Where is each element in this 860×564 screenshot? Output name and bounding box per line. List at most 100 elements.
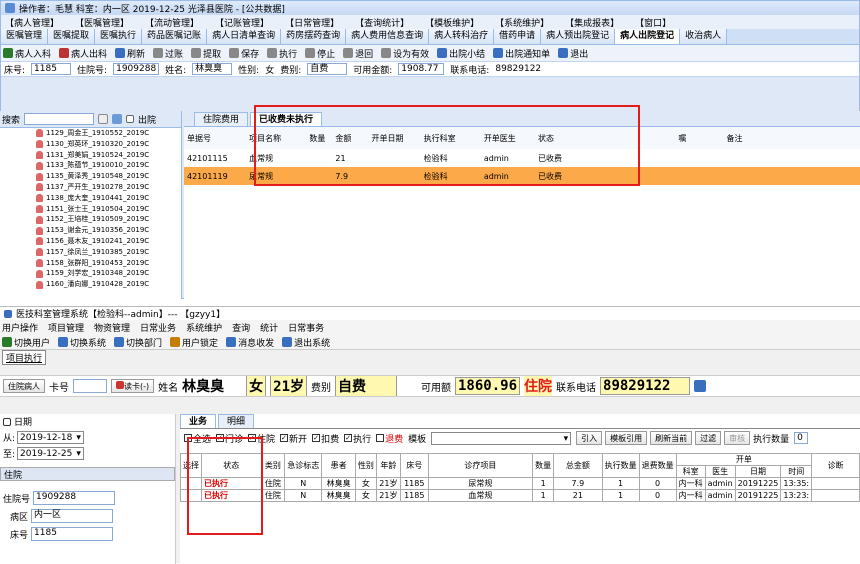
patient-tree-item[interactable]: 1159_刘学宏_1910348_2019C [0, 268, 181, 279]
table-row[interactable]: 已执行 住院 N 林臭臭女 21岁 1185 血常规 1 21 1 0 内一科 admin 2019122… [180, 489, 860, 502]
discharge-checkbox[interactable] [126, 115, 135, 123]
inpatient-section-header[interactable]: 住院 [0, 467, 175, 481]
toolbar-button[interactable]: 病人出科 [59, 47, 107, 60]
module-tab[interactable]: 病人预出院登记 [541, 29, 616, 44]
card-field[interactable] [73, 379, 107, 393]
menu-item[interactable]: 【系统维护】 [495, 16, 549, 29]
menu-item[interactable]: 【医嘱管理】 [75, 16, 129, 29]
menu-item[interactable]: 【日常管理】 [285, 16, 339, 29]
toolbar-button[interactable]: 切换用户 [2, 336, 50, 349]
execution-subtab[interactable]: 明细 [218, 414, 255, 428]
action-button[interactable]: 模板引用 [605, 431, 648, 445]
menu-item[interactable]: 物资管理 [94, 321, 130, 334]
patient-tree-item[interactable]: 1133_陈蕴节_1910010_2019C [0, 160, 181, 171]
menu-item[interactable]: 查询 [232, 321, 250, 334]
module-tab[interactable]: 收治病人 [680, 29, 728, 44]
patient-tree-item[interactable]: 1153_谢金元_1910356_2019C [0, 225, 181, 236]
menu-item[interactable]: 【集成报表】 [565, 16, 619, 29]
module-tab[interactable]: 病人转科治疗 [429, 29, 495, 44]
patient-type-button[interactable]: 住院病人 [3, 379, 45, 393]
toolbar-button[interactable]: 刷新 [115, 47, 145, 60]
toolbar-button[interactable]: 执行 [267, 47, 297, 60]
menu-item[interactable]: 日常业务 [140, 321, 176, 334]
module-tab[interactable]: 药房摆药查询 [281, 29, 347, 44]
menu-item[interactable]: 【记账管理】 [215, 16, 269, 29]
toolbar-button[interactable]: 切换部门 [114, 336, 162, 349]
module-tab[interactable]: 病人出院登记 [615, 29, 681, 44]
fee-subtab[interactable]: 住院费用 [194, 112, 249, 126]
action-button[interactable]: 刷新当前 [650, 431, 693, 445]
inpatient-field[interactable]: 1909288 [113, 63, 160, 75]
save-icon[interactable] [694, 380, 707, 392]
toolbar-button[interactable]: 提取 [191, 47, 221, 60]
toolbar-button[interactable]: 退出 [558, 47, 588, 60]
patient-tree-item[interactable]: 1151_张士王_1910504_2019C [0, 204, 181, 215]
toolbar-button[interactable]: 退回 [343, 47, 373, 60]
filter-checkbox[interactable]: ✓ 执行 [344, 432, 371, 445]
read-card-button[interactable]: 读卡(-) [111, 379, 155, 393]
patient-tree-item[interactable]: 1160_潘向娜_1910428_2019C [0, 279, 181, 290]
patient-tree-item[interactable]: 1152_王培桂_1910509_2019C [0, 214, 181, 225]
menu-item[interactable]: 日常事务 [288, 321, 324, 334]
menu-item[interactable]: 【窗口】 [635, 16, 671, 29]
filter-checkbox[interactable]: 退费 [376, 432, 403, 445]
toolbar-button[interactable]: 设为有效 [381, 47, 429, 60]
patient-tree-item[interactable]: 1130_郑英环_1910320_2019C [0, 139, 181, 150]
date-checkbox[interactable] [3, 417, 11, 426]
search-icon[interactable] [98, 114, 109, 124]
menu-item[interactable]: 【流动管理】 [145, 16, 199, 29]
table-row[interactable]: 已执行 住院 N 林臭臭女 21岁 1185 尿常规 1 7.9 1 0 内一科 admin 201912… [180, 477, 860, 490]
module-tab[interactable]: 病人费用信息查询 [346, 29, 430, 44]
module-tab[interactable]: 医嘱管理 [1, 29, 49, 44]
menu-item[interactable]: 项目管理 [48, 321, 84, 334]
search-input[interactable] [24, 113, 95, 125]
exec-qty-field[interactable]: 0 [794, 432, 809, 444]
action-button[interactable]: 过滤 [695, 431, 722, 445]
toolbar-button[interactable]: 用户锁定 [170, 336, 218, 349]
toolbar-button[interactable]: 病人入科 [3, 47, 51, 60]
toolbar-button[interactable]: 切换系统 [58, 336, 106, 349]
toolbar-button[interactable]: 退出系统 [282, 336, 330, 349]
menu-item[interactable]: 【病人管理】 [5, 16, 59, 29]
ward-field[interactable]: 内一区 [31, 509, 114, 523]
fee-field[interactable]: 自费 [307, 63, 348, 75]
module-tab[interactable]: 借药申请 [494, 29, 542, 44]
action-button[interactable]: 审核 [724, 431, 751, 445]
bed-field[interactable]: 1185 [31, 527, 114, 541]
to-date-select[interactable]: 2019-12-25 ▾ [17, 446, 84, 460]
menu-item[interactable]: 【查询统计】 [355, 16, 409, 29]
execution-subtab[interactable]: 业务 [180, 414, 217, 428]
patient-tree-item[interactable]: 1137_严开生_1910278_2019C [0, 182, 181, 193]
filter-checkbox[interactable]: ✓ 扣费 [312, 432, 339, 445]
patient-tree-item[interactable]: 1157_徐凤兰_1910385_2019C [0, 247, 181, 258]
bed-field[interactable]: 1185 [31, 63, 72, 75]
patient-tree-item[interactable]: 1138_庞大奎_1910441_2019C [0, 193, 181, 204]
toolbar-button[interactable]: 保存 [229, 47, 259, 60]
patient-tree-item[interactable]: 1131_郑美娟_1910524_2019C [0, 150, 181, 161]
toolbar-button[interactable]: 过账 [153, 47, 183, 60]
filter-checkbox[interactable]: ✓ 新开 [280, 432, 307, 445]
patient-tree-item[interactable]: 1156_聂木友_1910241_2019C [0, 236, 181, 247]
toolbar-button[interactable]: 出院小结 [437, 47, 485, 60]
toolbar-button[interactable]: 停止 [305, 47, 335, 60]
menu-item[interactable]: 统计 [260, 321, 278, 334]
refresh-icon[interactable] [112, 114, 123, 124]
module-tab[interactable]: 药品医嘱记账 [142, 29, 208, 44]
toolbar-button[interactable]: 出院通知单 [493, 47, 550, 60]
menu-item[interactable]: 用户操作 [2, 321, 38, 334]
tab-project-execution[interactable]: 项目执行 [2, 350, 47, 365]
inpatient-field[interactable]: 1909288 [33, 491, 116, 505]
template-select[interactable]: ▾ [431, 431, 572, 445]
action-button[interactable]: 引入 [576, 431, 603, 445]
toolbar-button[interactable]: 消息收发 [226, 336, 274, 349]
module-tab[interactable]: 医嘱提取 [48, 29, 96, 44]
module-tab[interactable]: 病人日清单查询 [207, 29, 282, 44]
menu-item[interactable]: 系统维护 [186, 321, 222, 334]
patient-tree-item[interactable]: 1135_黄泽秀_1910548_2019C [0, 171, 181, 182]
patient-tree-item[interactable]: 1129_周金王_1910552_2019C [0, 128, 181, 139]
name-field[interactable]: 林臭臭 [192, 63, 233, 75]
menu-item[interactable]: 【模板维护】 [425, 16, 479, 29]
from-date-select[interactable]: 2019-12-18 ▾ [17, 430, 84, 444]
patient-tree-item[interactable]: 1158_张群阳_1910453_2019C [0, 258, 181, 269]
module-tab[interactable]: 医嘱执行 [95, 29, 143, 44]
